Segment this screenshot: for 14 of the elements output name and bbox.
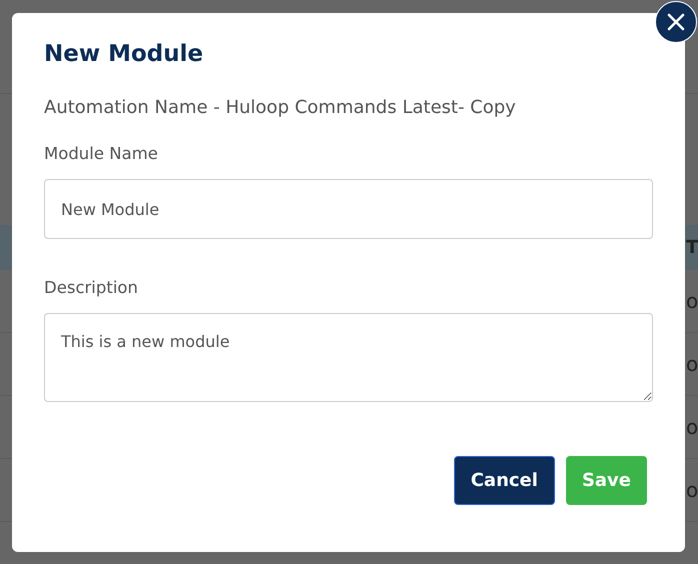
table-cell: o [686,289,698,313]
dialog-title: New Module [44,40,204,69]
automation-name: Automation Name - Huloop Commands Latest- Copy [44,96,517,120]
column-header: T [686,237,698,258]
field-label: Description [44,277,139,299]
table-cell: o [686,352,698,376]
field-label: Module Name [44,143,159,165]
table-cell: o [686,415,698,439]
close-icon [666,12,686,32]
description-field[interactable]: This is a new module [44,313,653,402]
cancel-button[interactable]: Cancel [454,456,555,505]
close-button[interactable] [655,1,697,43]
table-cell: o [686,478,698,502]
module-name-field[interactable]: New Module [44,179,653,239]
